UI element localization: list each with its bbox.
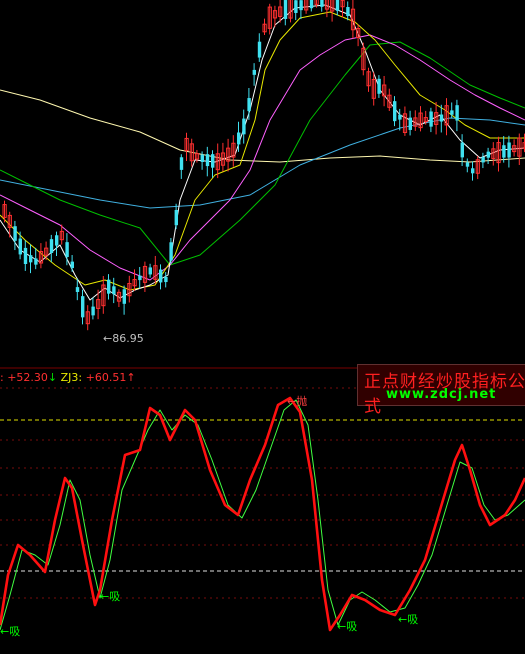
- zj3-name: ZJ3:: [60, 371, 83, 384]
- candle-down: [408, 117, 412, 130]
- candle-down: [393, 101, 397, 122]
- buy-signal-label: 吸: [109, 590, 121, 603]
- candle-down: [294, 0, 298, 13]
- left-arrow-icon: ←: [100, 590, 110, 603]
- buy-signal-label: 吸: [407, 613, 419, 626]
- candle-down: [91, 306, 95, 316]
- candle-down: [70, 261, 74, 269]
- candle-down: [13, 226, 17, 241]
- buy-signal-4: ←吸: [398, 614, 418, 626]
- brand-url: www.zdcj.net: [386, 387, 497, 402]
- zj2-value: : +52.30: [0, 371, 48, 384]
- left-arrow-icon: ←: [337, 620, 347, 633]
- zj2-down-arrow-icon: ↓: [47, 371, 58, 384]
- candle-down: [252, 69, 256, 75]
- candle-down: [455, 105, 459, 121]
- left-arrow-icon: ←: [398, 613, 408, 626]
- candle-down: [211, 154, 215, 168]
- buy-signal-label: 吸: [9, 625, 21, 638]
- candle-down: [29, 255, 33, 263]
- candle-down: [18, 238, 22, 255]
- candle-down: [159, 269, 163, 283]
- candle-down: [174, 209, 178, 226]
- candle-down: [460, 142, 464, 158]
- stock-chart: [0, 0, 525, 654]
- candle-down: [148, 267, 152, 275]
- left-arrow-icon: ←: [0, 625, 10, 638]
- candle-down: [169, 242, 173, 261]
- candle-down: [335, 0, 340, 11]
- candle-down: [205, 154, 210, 167]
- candle-down: [283, 0, 288, 19]
- candle-down: [81, 296, 85, 318]
- candle-down: [164, 276, 168, 283]
- candle-down: [257, 41, 262, 58]
- candle-down: [237, 132, 241, 145]
- buy-signal-2: ←吸: [100, 591, 120, 603]
- candle-down: [138, 275, 142, 281]
- candle-down: [75, 287, 80, 292]
- candle-down: [309, 0, 314, 9]
- zj3-value: +60.51: [85, 371, 127, 384]
- candle-down: [507, 142, 511, 158]
- candle-down: [107, 279, 111, 294]
- buy-signal-1: ←吸: [0, 626, 20, 638]
- candle-down: [23, 247, 28, 265]
- candle-down: [320, 0, 324, 7]
- buy-signal-label: 吸: [346, 620, 358, 633]
- sell-signal-label: 抛: [296, 395, 308, 408]
- candle-down: [242, 118, 246, 135]
- brand-watermark: 正点财经炒股指标公式 www.zdcj.net: [357, 364, 525, 417]
- candle-down: [55, 235, 59, 246]
- candle-down: [481, 156, 485, 163]
- candle-down: [122, 289, 126, 304]
- zj3-up-arrow-icon: ↑: [126, 371, 136, 384]
- candle-down: [502, 145, 506, 158]
- candle-down: [65, 242, 69, 258]
- candle-down: [486, 151, 490, 158]
- candle-down: [377, 78, 381, 94]
- left-arrow-icon: ←: [287, 395, 297, 408]
- candle-down: [179, 157, 184, 170]
- candle-down: [429, 111, 433, 127]
- candle-down: [398, 114, 402, 120]
- candle-down: [49, 239, 54, 253]
- candle-down: [200, 154, 204, 162]
- buy-signal-3: ←吸: [337, 621, 357, 633]
- candle-down: [450, 110, 454, 115]
- candle-down: [471, 168, 475, 174]
- candle-down: [247, 98, 251, 112]
- low-price-marker: ←86.95: [103, 332, 144, 345]
- candle-down: [346, 7, 350, 16]
- candle-down: [112, 286, 116, 295]
- indicator-header: : +52.30↓ ZJ3: +60.51↑: [0, 372, 136, 384]
- sell-signal: ←抛: [287, 396, 307, 408]
- candle-down: [34, 258, 38, 265]
- candle-down: [299, 0, 303, 11]
- candle-down: [439, 114, 444, 122]
- candle-down: [465, 162, 470, 167]
